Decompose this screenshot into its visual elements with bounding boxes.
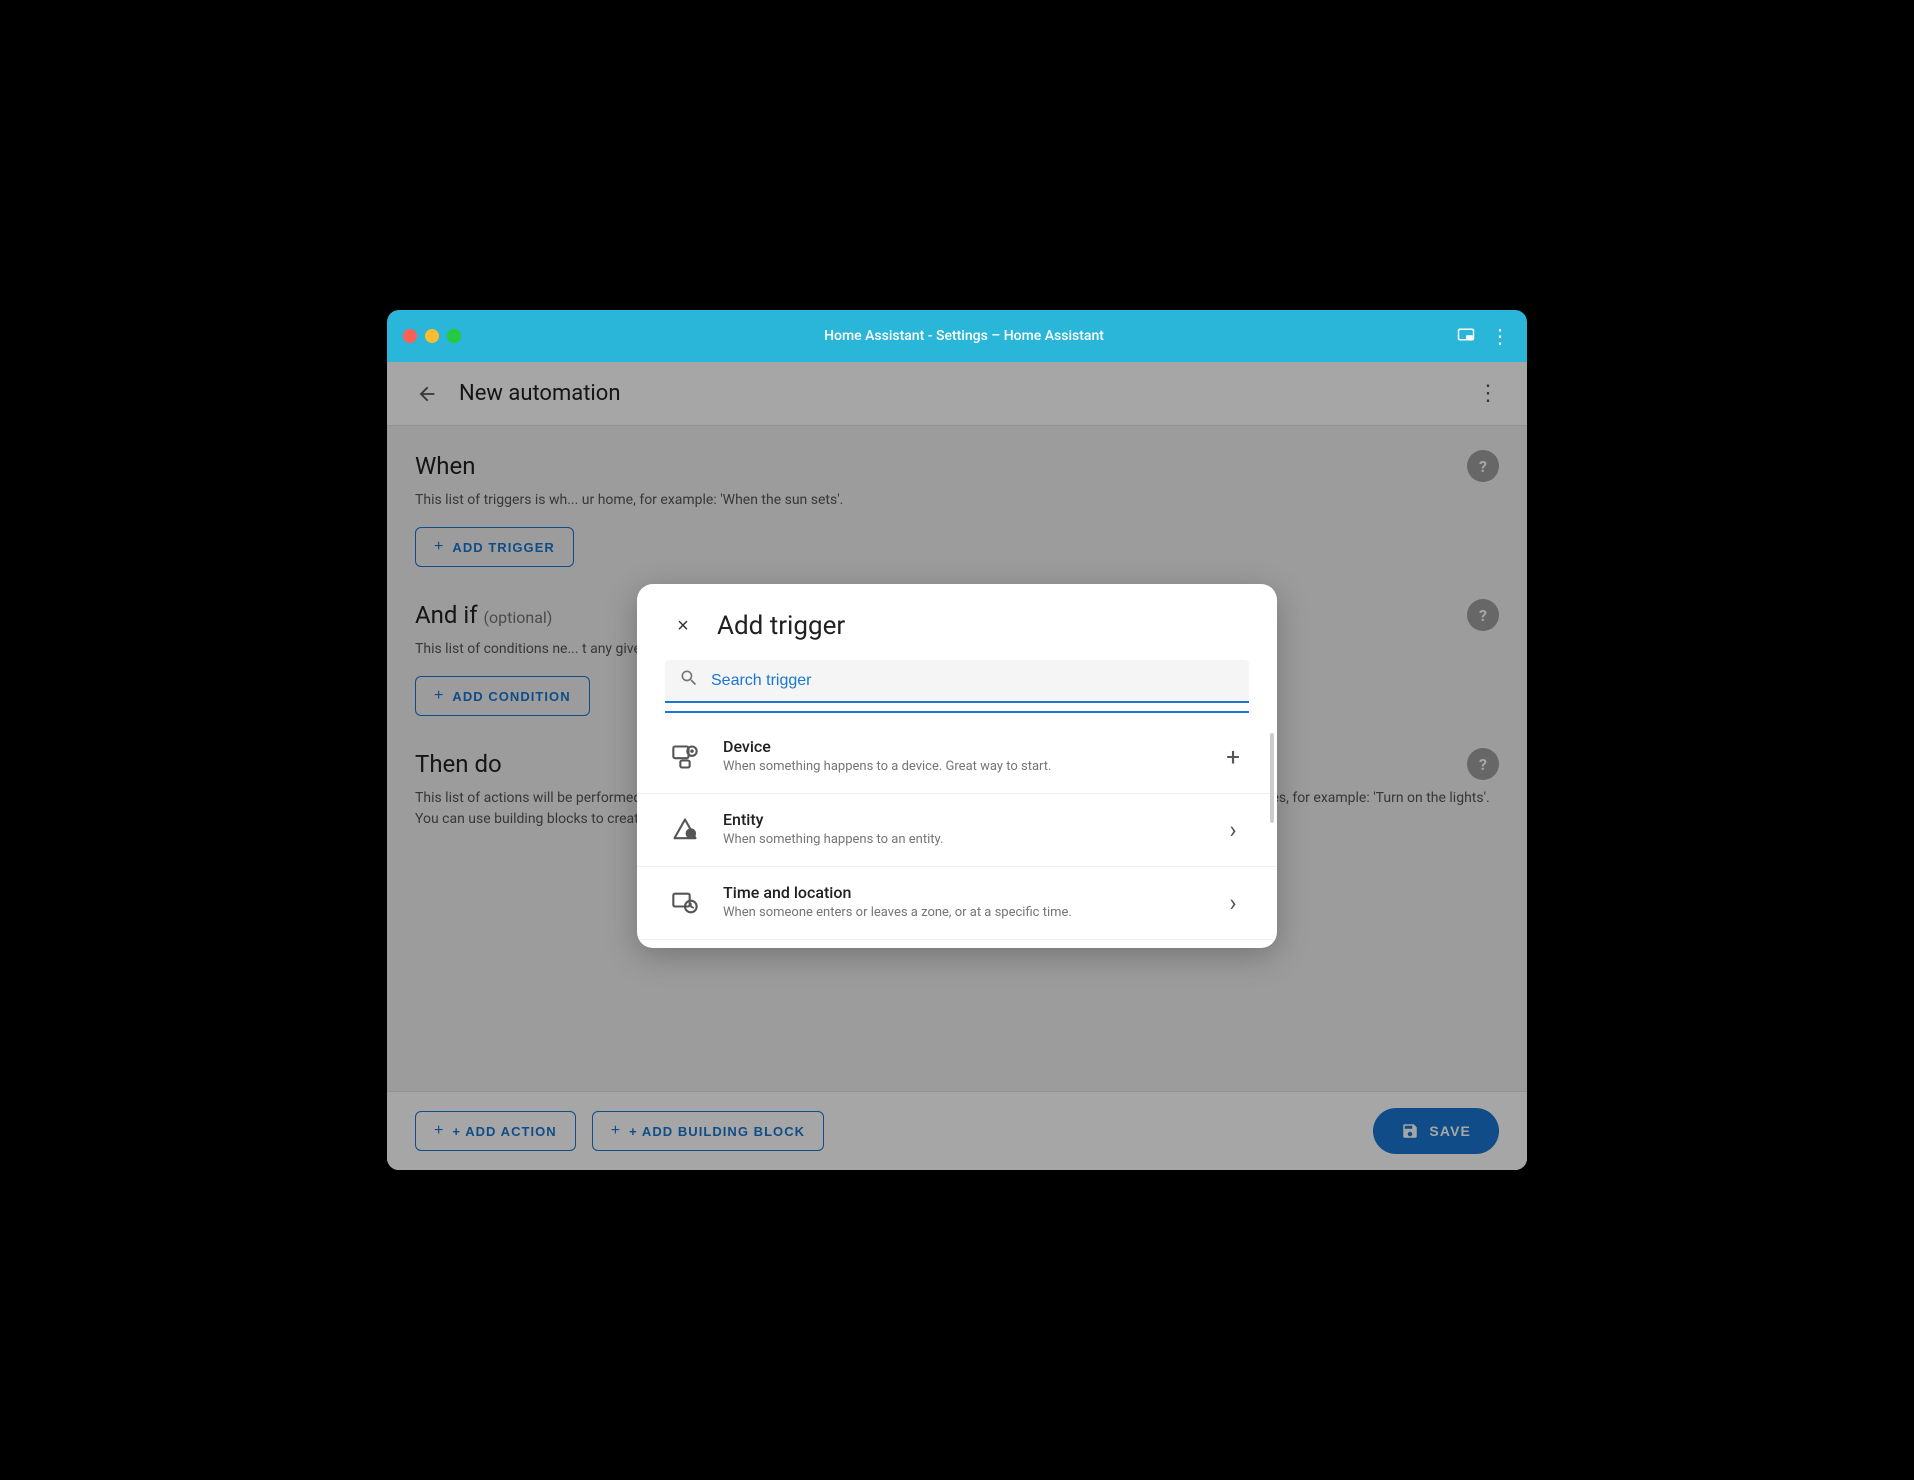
entity-item-name: Entity <box>723 810 1199 829</box>
titlebar-icons: ⋮ <box>1455 325 1511 347</box>
maximize-traffic-light[interactable] <box>447 329 461 343</box>
search-trigger-input[interactable] <box>711 672 1235 690</box>
close-icon: × <box>677 615 689 638</box>
trigger-time-item[interactable]: Time and location When someone enters or… <box>637 867 1277 940</box>
add-trigger-dialog: × Add trigger <box>637 584 1277 948</box>
search-box <box>665 660 1249 703</box>
device-add-icon[interactable]: + <box>1217 743 1249 771</box>
entity-chevron-icon[interactable]: › <box>1217 816 1249 844</box>
device-item-desc: When something happens to a device. Grea… <box>723 758 1199 776</box>
device-icon <box>665 737 705 777</box>
app-window: Home Assistant - Settings – Home Assista… <box>387 310 1527 1170</box>
dialog-close-button[interactable]: × <box>665 608 701 644</box>
device-item-text: Device When something happens to a devic… <box>723 737 1199 776</box>
time-item-desc: When someone enters or leaves a zone, or… <box>723 904 1199 922</box>
scrollbar <box>1270 733 1274 823</box>
titlebar-title: Home Assistant - Settings – Home Assista… <box>473 328 1455 344</box>
dialog-header: × Add trigger <box>637 584 1277 660</box>
time-item-name: Time and location <box>723 883 1199 902</box>
time-chevron-icon[interactable]: › <box>1217 889 1249 917</box>
trigger-list: Device When something happens to a devic… <box>637 713 1277 948</box>
modal-overlay[interactable]: × Add trigger <box>387 362 1527 1170</box>
trigger-device-item[interactable]: Device When something happens to a devic… <box>637 721 1277 794</box>
time-item-text: Time and location When someone enters or… <box>723 883 1199 922</box>
search-icon <box>679 668 699 693</box>
time-icon <box>665 883 705 923</box>
minimize-traffic-light[interactable] <box>425 329 439 343</box>
traffic-lights <box>403 329 461 343</box>
picture-in-picture-icon[interactable] <box>1455 325 1477 347</box>
device-item-name: Device <box>723 737 1199 756</box>
more-icon[interactable]: ⋮ <box>1489 325 1511 347</box>
entity-item-desc: When something happens to an entity. <box>723 831 1199 849</box>
titlebar: Home Assistant - Settings – Home Assista… <box>387 310 1527 362</box>
trigger-entity-item[interactable]: Entity When something happens to an enti… <box>637 794 1277 867</box>
app-content: New automation ⋮ When ? This list of tri… <box>387 362 1527 1170</box>
entity-icon <box>665 810 705 850</box>
entity-item-text: Entity When something happens to an enti… <box>723 810 1199 849</box>
dialog-title: Add trigger <box>717 611 845 641</box>
close-traffic-light[interactable] <box>403 329 417 343</box>
